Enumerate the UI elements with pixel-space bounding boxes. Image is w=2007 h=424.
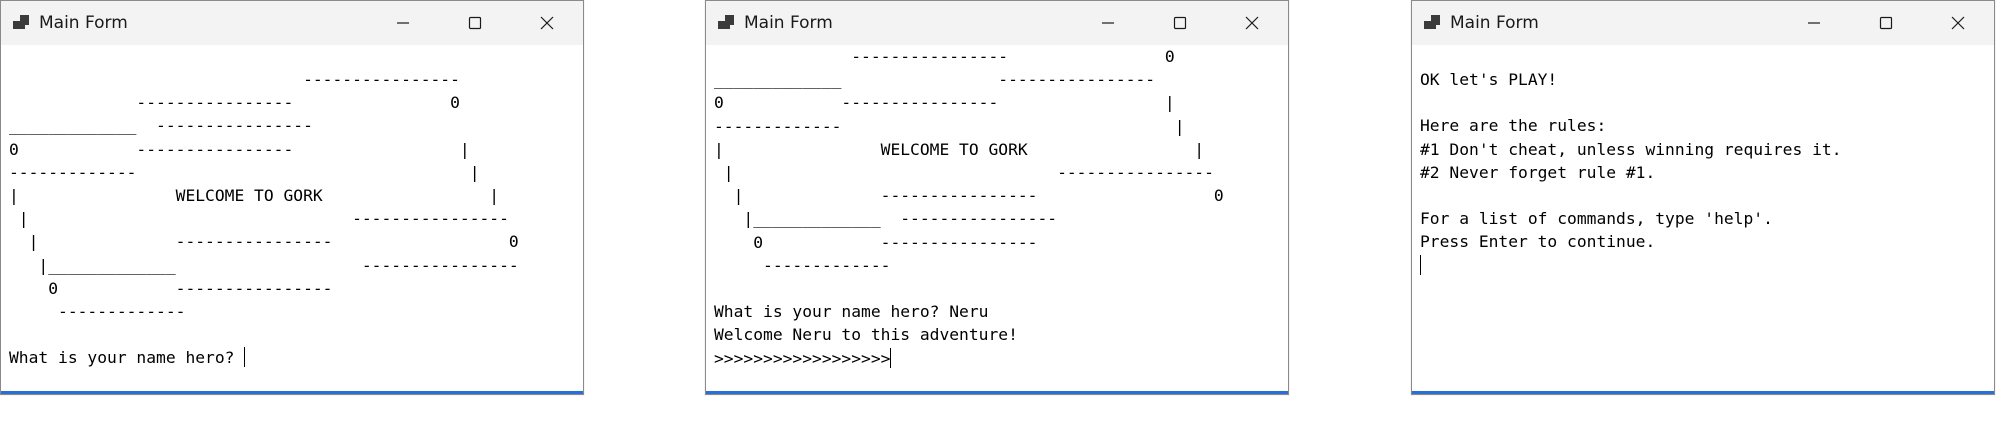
- close-button[interactable]: [1216, 1, 1288, 45]
- maximize-icon: [1879, 16, 1893, 30]
- app-form-icon[interactable]: [1424, 15, 1440, 31]
- minimize-button[interactable]: [1072, 1, 1144, 45]
- text-caret: [890, 347, 892, 368]
- maximize-button[interactable]: [1144, 1, 1216, 45]
- minimize-button[interactable]: [367, 1, 439, 45]
- close-icon: [1951, 16, 1965, 30]
- main-form-window-1: Main Form ---------------- -------------…: [0, 0, 584, 395]
- window-controls: [367, 1, 583, 45]
- console-area[interactable]: OK let's PLAY! Here are the rules: #1 Do…: [1412, 45, 1994, 394]
- text-caret: [244, 347, 246, 368]
- bottom-accent-bar: [1, 391, 583, 394]
- title-bar[interactable]: Main Form: [1412, 1, 1994, 45]
- minimize-button[interactable]: [1778, 1, 1850, 45]
- bottom-accent-bar: [706, 391, 1288, 394]
- maximize-button[interactable]: [1850, 1, 1922, 45]
- console-output: OK let's PLAY! Here are the rules: #1 Do…: [1420, 68, 1842, 277]
- app-form-icon[interactable]: [13, 15, 29, 31]
- console-output: ---------------- ---------------- 0 ____…: [9, 68, 519, 370]
- close-button[interactable]: [511, 1, 583, 45]
- console-text: ---------------- ---------------- 0 ____…: [9, 70, 519, 368]
- window-controls: [1778, 1, 1994, 45]
- title-bar[interactable]: Main Form: [1, 1, 583, 45]
- close-button[interactable]: [1922, 1, 1994, 45]
- console-area[interactable]: ---------------- ---------------- 0 ____…: [1, 45, 583, 394]
- minimize-icon: [1808, 22, 1820, 24]
- minimize-icon: [397, 22, 409, 24]
- console-output: ---------------- 0 _____________ -------…: [714, 45, 1224, 370]
- maximize-icon: [468, 16, 482, 30]
- window-title: Main Form: [1450, 13, 1539, 33]
- close-icon: [540, 16, 554, 30]
- window-controls: [1072, 1, 1288, 45]
- maximize-icon: [1173, 16, 1187, 30]
- maximize-button[interactable]: [439, 1, 511, 45]
- title-bar[interactable]: Main Form: [706, 1, 1288, 45]
- console-area[interactable]: ---------------- 0 _____________ -------…: [706, 45, 1288, 394]
- text-caret: [1420, 254, 1421, 275]
- console-text: OK let's PLAY! Here are the rules: #1 Do…: [1420, 70, 1842, 252]
- window-title: Main Form: [744, 13, 833, 33]
- app-form-icon[interactable]: [718, 15, 734, 31]
- minimize-icon: [1102, 22, 1114, 24]
- bottom-accent-bar: [1412, 391, 1994, 394]
- main-form-window-2: Main Form ---------------- 0 ___________…: [705, 0, 1289, 395]
- close-icon: [1245, 16, 1259, 30]
- window-title: Main Form: [39, 13, 128, 33]
- console-text: ---------------- 0 _____________ -------…: [714, 47, 1224, 368]
- main-form-window-3: Main Form OK let's PLAY! Here are the ru…: [1411, 0, 1995, 395]
